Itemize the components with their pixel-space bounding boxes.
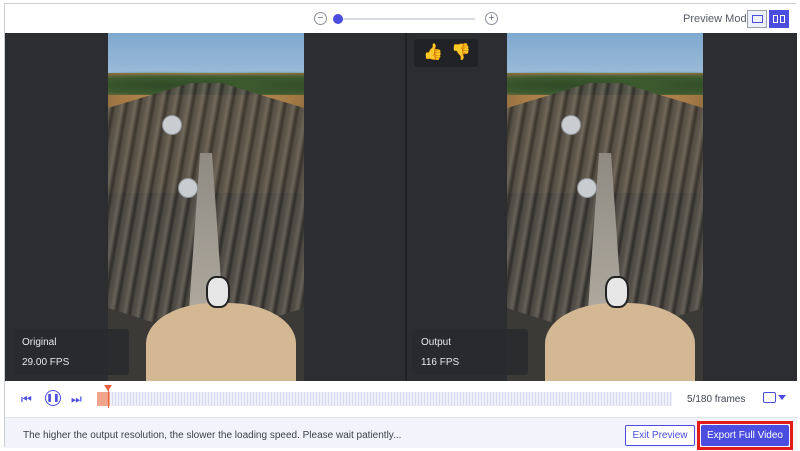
playhead-marker[interactable] xyxy=(104,385,112,391)
split-view-button[interactable] xyxy=(769,10,789,28)
pause-icon[interactable]: ❚❚ xyxy=(45,390,61,406)
frame-counter: 5/180 frames xyxy=(687,394,746,405)
thumbs-up-icon[interactable]: 👍 xyxy=(423,42,443,62)
footer-bar: The higher the output resolution, the sl… xyxy=(5,417,797,450)
zoom-slider-track[interactable] xyxy=(335,18,475,20)
export-full-video-button[interactable]: Export Full Video xyxy=(701,425,789,446)
video-orb xyxy=(577,178,597,198)
timeline-track[interactable] xyxy=(97,392,672,406)
output-info-badge: Output 116 FPS xyxy=(412,329,528,375)
thumbs-down-icon[interactable]: 👎 xyxy=(451,42,471,62)
video-orb xyxy=(561,115,581,135)
chevron-down-icon[interactable] xyxy=(778,395,786,400)
single-view-button[interactable] xyxy=(747,10,767,28)
original-fps: 29.00 FPS xyxy=(22,357,70,368)
zoom-slider-thumb[interactable] xyxy=(333,14,343,24)
camera-icon[interactable] xyxy=(763,392,776,403)
preview-window: − + Preview Mode: 👍 👎 Original 29.00 FPS… xyxy=(4,3,797,450)
playback-controls: ⏮ ❚❚ ⏭ 5/180 frames xyxy=(5,381,797,417)
feedback-box: 👍 👎 xyxy=(414,39,478,67)
skip-previous-icon[interactable]: ⏮ xyxy=(21,392,32,406)
output-label: Output xyxy=(421,337,452,348)
skip-next-icon[interactable]: ⏭ xyxy=(71,392,82,406)
original-video-frame xyxy=(108,33,304,381)
original-label: Original xyxy=(22,337,57,348)
output-video-frame xyxy=(507,33,703,381)
video-shoe xyxy=(605,276,629,308)
split-view-icon xyxy=(773,15,778,23)
zoom-out-icon[interactable]: − xyxy=(314,12,327,25)
video-leg xyxy=(545,303,695,381)
pane-divider xyxy=(405,33,407,381)
preview-mode-label: Preview Mode: xyxy=(683,13,756,25)
preview-stage: 👍 👎 Original 29.00 FPS Output 116 FPS xyxy=(5,33,797,381)
zoom-in-icon[interactable]: + xyxy=(485,12,498,25)
video-leg xyxy=(146,303,296,381)
original-info-badge: Original 29.00 FPS xyxy=(13,329,129,375)
loading-hint: The higher the output resolution, the sl… xyxy=(23,430,402,441)
video-shoe xyxy=(206,276,230,308)
split-view-icon-right xyxy=(780,15,785,23)
video-orb xyxy=(178,178,198,198)
output-fps: 116 FPS xyxy=(421,357,460,368)
exit-preview-button[interactable]: Exit Preview xyxy=(625,425,695,446)
video-orb xyxy=(162,115,182,135)
top-toolbar: − + Preview Mode: xyxy=(5,4,797,33)
single-view-icon xyxy=(752,15,763,23)
